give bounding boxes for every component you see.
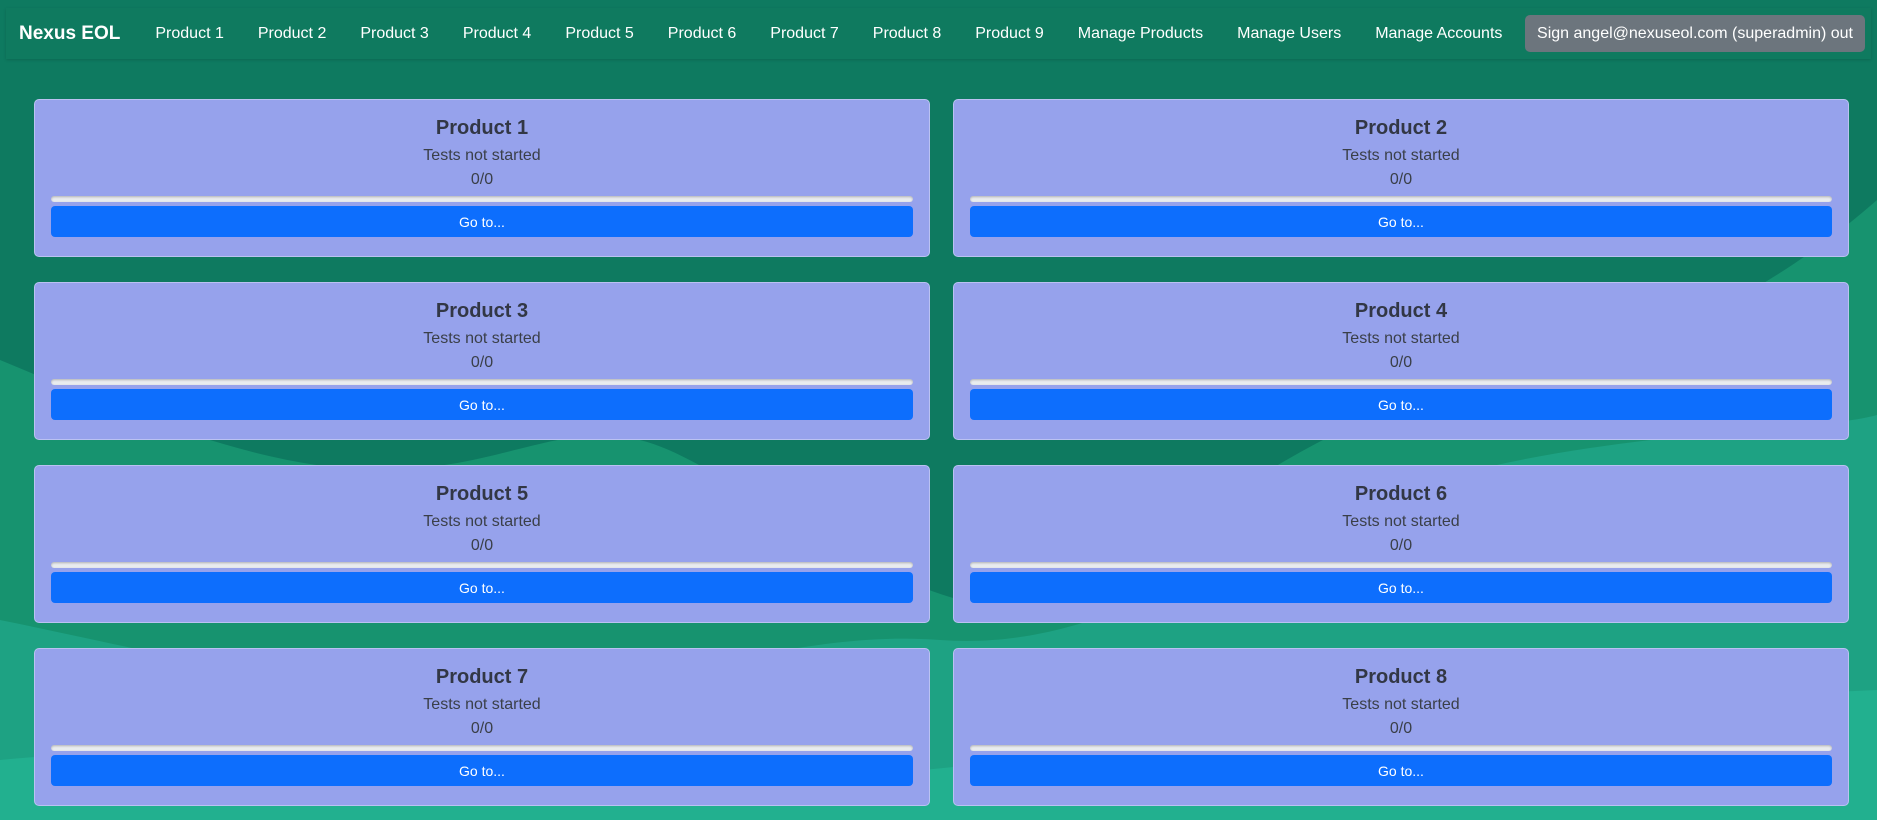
go-to-button[interactable]: Go to... [51,206,913,237]
card-status: Tests not started [423,147,541,164]
progress-bar [51,745,913,751]
go-to-button[interactable]: Go to... [970,755,1832,786]
product-card: Product 4 Tests not started 0/0 Go to... [953,282,1849,440]
product-card: Product 5 Tests not started 0/0 Go to... [34,465,930,623]
progress-bar [970,196,1832,202]
progress-bar [970,379,1832,385]
progress-bar [51,562,913,568]
product-card: Product 6 Tests not started 0/0 Go to... [953,465,1849,623]
nav-link-product-4[interactable]: Product 4 [446,25,548,43]
progress-bar [51,196,913,202]
card-status: Tests not started [1342,696,1460,713]
nav-link-product-5[interactable]: Product 5 [548,25,650,43]
card-status: Tests not started [1342,330,1460,347]
nav-link-product-9[interactable]: Product 9 [958,25,1060,43]
card-count: 0/0 [1389,171,1413,188]
card-title: Product 4 [1354,300,1448,322]
card-count: 0/0 [470,537,494,554]
card-status: Tests not started [1342,513,1460,530]
nav-link-manage-products[interactable]: Manage Products [1061,25,1220,43]
top-navbar: Nexus EOL Product 1 Product 2 Product 3 … [6,8,1871,59]
nav-link-product-6[interactable]: Product 6 [651,25,753,43]
nav-link-product-7[interactable]: Product 7 [753,25,855,43]
go-to-button[interactable]: Go to... [970,572,1832,603]
card-title: Product 2 [1354,117,1448,139]
product-card: Product 3 Tests not started 0/0 Go to... [34,282,930,440]
nav-link-manage-accounts[interactable]: Manage Accounts [1358,25,1519,43]
card-title: Product 3 [435,300,529,322]
nav-link-product-1[interactable]: Product 1 [138,25,240,43]
nav-links: Product 1 Product 2 Product 3 Product 4 … [138,25,1525,43]
go-to-button[interactable]: Go to... [51,572,913,603]
card-status: Tests not started [1342,147,1460,164]
card-count: 0/0 [470,354,494,371]
card-count: 0/0 [1389,354,1413,371]
product-card: Product 8 Tests not started 0/0 Go to... [953,648,1849,806]
progress-bar [970,562,1832,568]
nav-link-product-8[interactable]: Product 8 [856,25,958,43]
card-status: Tests not started [423,696,541,713]
product-card: Product 2 Tests not started 0/0 Go to... [953,99,1849,257]
card-title: Product 6 [1354,483,1448,505]
product-card: Product 7 Tests not started 0/0 Go to... [34,648,930,806]
product-card: Product 1 Tests not started 0/0 Go to... [34,99,930,257]
nav-link-product-3[interactable]: Product 3 [343,25,445,43]
go-to-button[interactable]: Go to... [51,755,913,786]
product-grid: Product 1 Tests not started 0/0 Go to...… [34,99,1849,806]
card-title: Product 8 [1354,666,1448,688]
card-status: Tests not started [423,513,541,530]
card-title: Product 7 [435,666,529,688]
card-count: 0/0 [1389,537,1413,554]
card-status: Tests not started [423,330,541,347]
nav-link-product-2[interactable]: Product 2 [241,25,343,43]
card-title: Product 5 [435,483,529,505]
go-to-button[interactable]: Go to... [970,389,1832,420]
go-to-button[interactable]: Go to... [970,206,1832,237]
card-count: 0/0 [470,720,494,737]
progress-bar [51,379,913,385]
brand-logo[interactable]: Nexus EOL [19,23,120,45]
sign-out-button[interactable]: Sign angel@nexuseol.com (superadmin) out [1525,15,1865,52]
go-to-button[interactable]: Go to... [51,389,913,420]
card-count: 0/0 [470,171,494,188]
card-count: 0/0 [1389,720,1413,737]
nav-link-manage-users[interactable]: Manage Users [1220,25,1358,43]
card-title: Product 1 [435,117,529,139]
progress-bar [970,745,1832,751]
